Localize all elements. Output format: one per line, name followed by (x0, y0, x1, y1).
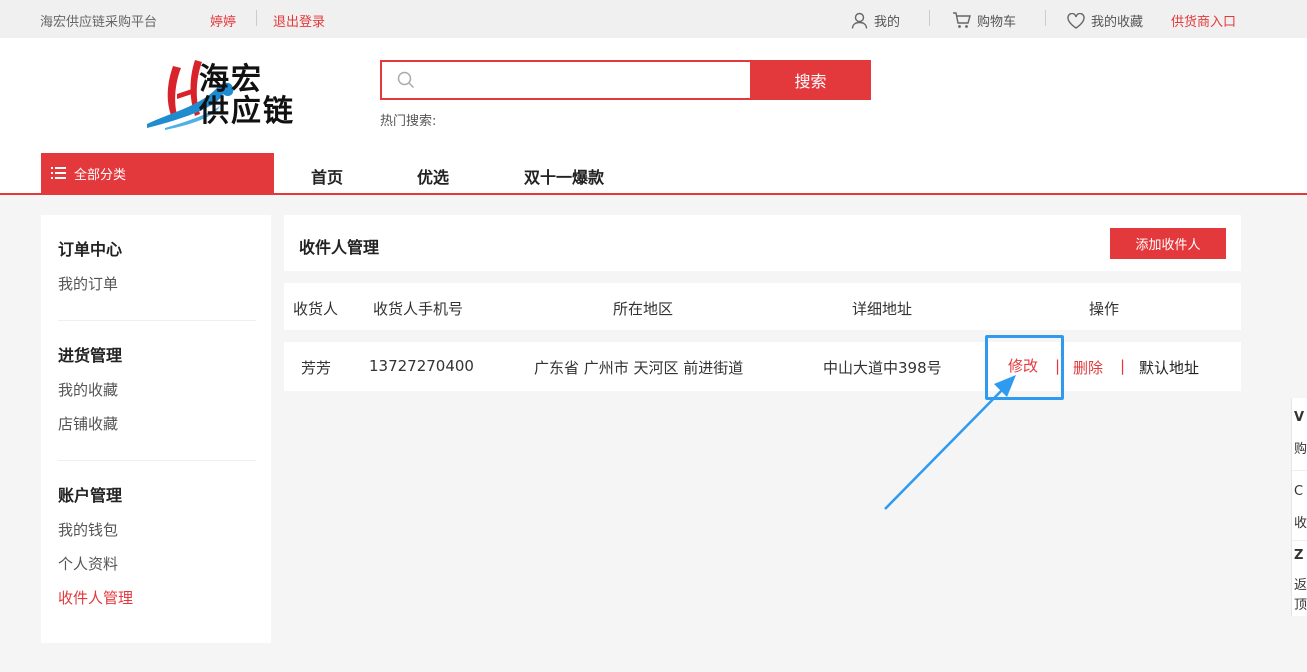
cart-icon (953, 12, 971, 28)
page-title: 收件人管理 (299, 238, 380, 257)
header: 海宏 供应链 搜索 热门搜索: (0, 38, 1307, 153)
logo-line2: 供应链 (199, 94, 295, 129)
sidebar-section-title: 订单中心 (58, 240, 123, 259)
float-item: 返 (1294, 578, 1307, 593)
all-categories-label: 全部分类 (74, 167, 127, 183)
search-icon (397, 71, 415, 89)
float-item: V (1294, 410, 1305, 425)
search-box[interactable] (380, 60, 752, 100)
panel-header: 收件人管理 添加收件人 (284, 215, 1241, 271)
nav-item-double11[interactable]: 双十一爆款 (524, 164, 604, 188)
set-default-button[interactable]: 默认地址 (1139, 357, 1199, 378)
divider (58, 320, 256, 321)
favorites-link[interactable]: 我的收藏 (1067, 11, 1143, 30)
favorites-label: 我的收藏 (1091, 15, 1144, 30)
float-item: Z (1294, 548, 1304, 563)
logo-text: 海宏 供应链 (199, 64, 295, 128)
all-categories-button[interactable]: 全部分类 (41, 153, 274, 193)
username-link[interactable]: 婷婷 (210, 11, 236, 30)
cart-link[interactable]: 购物车 (952, 11, 1016, 30)
my-account-link[interactable]: 我的 (851, 11, 900, 30)
recipient-region: 广东省 广州市 天河区 前进街道 (534, 359, 744, 377)
user-icon (851, 12, 868, 29)
site-name: 海宏供应链采购平台 (40, 15, 158, 30)
floating-toolbar[interactable]: V 购 C 收 Z 返 顶 (1291, 398, 1307, 616)
column-header-phone: 收货人手机号 (373, 300, 464, 318)
nav-item-home[interactable]: 首页 (311, 164, 343, 188)
recipient-name: 芳芳 (301, 359, 332, 377)
sidebar-section-title: 账户管理 (58, 486, 123, 505)
divider (58, 460, 256, 461)
divider (1292, 470, 1307, 471)
search-button[interactable]: 搜索 (750, 60, 871, 100)
main-nav: 全部分类 首页 优选 双十一爆款 (0, 153, 1307, 195)
delete-button[interactable]: 删除 (1073, 357, 1103, 378)
sidebar-item-my-favorites[interactable]: 我的收藏 (58, 379, 118, 400)
recipient-address: 中山大道中398号 (823, 359, 942, 377)
column-header-address: 详细地址 (852, 300, 913, 318)
list-icon (51, 167, 66, 179)
top-bar: 海宏供应链采购平台 婷婷 退出登录 我的 购物车 我的收藏 供货商入口 (0, 0, 1307, 38)
float-item: 购 (1294, 442, 1307, 457)
add-recipient-button[interactable]: 添加收件人 (1110, 228, 1226, 259)
column-header-actions: 操作 (1089, 300, 1120, 318)
my-account-label: 我的 (874, 15, 901, 30)
float-item: 收 (1294, 516, 1307, 531)
float-item: C (1294, 484, 1304, 499)
highlight-box (985, 335, 1064, 400)
search-input[interactable] (422, 66, 742, 94)
supplier-entry-link[interactable]: 供货商入口 (1171, 11, 1236, 30)
logout-link[interactable]: 退出登录 (273, 11, 325, 30)
column-header-name: 收货人 (293, 300, 339, 318)
sidebar-item-my-orders[interactable]: 我的订单 (58, 273, 118, 294)
sidebar-item-recipients[interactable]: 收件人管理 (58, 587, 133, 608)
divider (929, 10, 930, 26)
cart-label: 购物车 (977, 15, 1017, 30)
recipient-phone: 13727270400 (369, 357, 474, 375)
action-separator: | (1120, 357, 1126, 375)
sidebar-item-store-favorites[interactable]: 店铺收藏 (58, 413, 118, 434)
logo-line1: 海宏 (199, 62, 263, 97)
column-header-region: 所在地区 (613, 300, 674, 318)
table-row: 芳芳 13727270400 广东省 广州市 天河区 前进街道 中山大道中398… (284, 342, 1241, 391)
heart-icon (1067, 12, 1085, 29)
nav-item-selected[interactable]: 优选 (417, 164, 449, 188)
table-header: 收货人 收货人手机号 所在地区 详细地址 操作 (284, 283, 1241, 330)
divider (256, 10, 257, 26)
sidebar-item-wallet[interactable]: 我的钱包 (58, 519, 118, 540)
sidebar-section-title: 进货管理 (58, 346, 123, 365)
hot-search-label: 热门搜索: (380, 114, 437, 129)
divider (1045, 10, 1046, 26)
divider (1292, 540, 1307, 541)
float-item: 顶 (1294, 598, 1307, 613)
sidebar: 订单中心 我的订单 进货管理 我的收藏 店铺收藏 账户管理 我的钱包 个人资料 … (41, 215, 271, 643)
sidebar-item-profile[interactable]: 个人资料 (58, 553, 118, 574)
